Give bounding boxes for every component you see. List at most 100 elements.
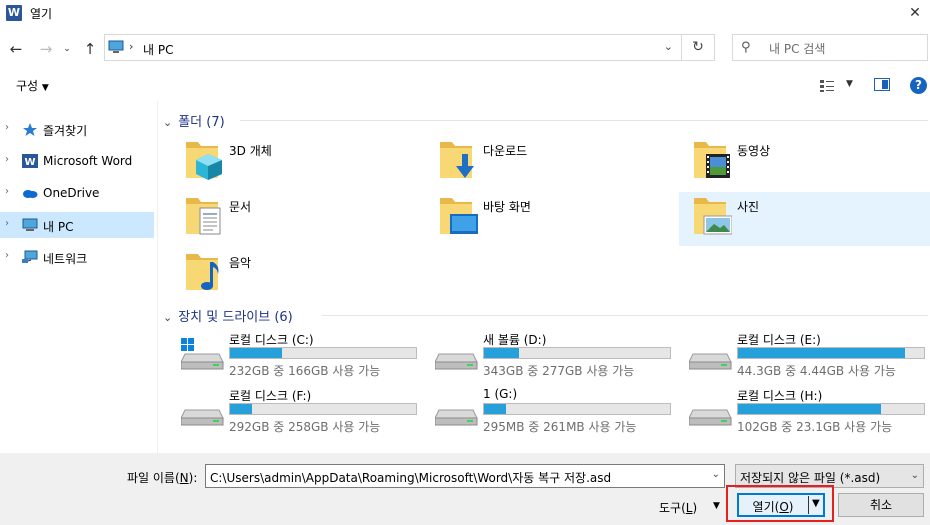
search-input[interactable]: ⚲ 내 PC 검색 [732,34,928,61]
open-button[interactable]: 열기(O) ▼ [737,493,825,517]
back-button[interactable]: ← [6,39,26,59]
drives-group-header[interactable]: ⌄ 장치 및 드라이브 (6) [163,306,293,325]
folder-label: 3D 개체 [229,144,272,158]
hard-drive-icon [435,409,478,426]
filename-input[interactable]: C:\Users\admin\AppData\Roaming\Microsoft… [205,464,725,488]
chevron-right-icon[interactable]: › [5,218,9,229]
folder-label: 문서 [229,200,252,214]
recent-locations-button[interactable]: ⌄ [60,39,74,59]
3d-objects-folder-icon [186,142,222,180]
drive-usage-fill [230,348,283,358]
drive-free-space: 343GB 중 277GB 사용 가능 [483,364,635,378]
split-divider [808,496,809,514]
drive-usage-fill [484,348,520,358]
label-text: ): [188,471,198,485]
arrow-left-icon: ← [9,40,23,58]
open-label: 열기(O) [738,498,808,515]
sidebar-item-label: OneDrive [43,186,100,200]
folder-desktop[interactable]: 바탕 화면 [433,192,683,246]
drive-item[interactable]: 로컬 디스크 (F:) 292GB 중 258GB 사용 가능 [179,384,429,438]
preview-pane-button[interactable] [874,78,890,91]
drive-usage-bar [229,347,417,359]
close-button[interactable]: ✕ [900,0,930,26]
sidebar-item-label: 즐겨찾기 [43,124,88,138]
chevron-right-icon[interactable]: › [5,122,9,133]
hard-drive-icon [435,353,478,370]
group-title: 장치 및 드라이브 (6) [178,310,293,325]
sidebar-item-label: 네트워크 [43,252,88,266]
filename-value: C:\Users\admin\AppData\Roaming\Microsoft… [210,471,612,485]
caret-down-icon[interactable]: ▼ [713,501,720,511]
arrow-up-icon: ↑ [83,40,97,58]
sidebar-item-microsoft-word[interactable]: › W Microsoft Word [0,148,154,174]
network-icon [22,250,38,263]
folder-pictures[interactable]: 사진 [679,192,930,246]
help-button[interactable]: ? [910,77,927,94]
help-icon: ? [915,78,922,92]
chevron-down-icon[interactable]: ⌄ [712,469,720,480]
sidebar-item-label: Microsoft Word [43,154,133,168]
tools-button[interactable]: 도구(L) [659,499,697,516]
hard-drive-icon [689,353,732,370]
folder-downloads[interactable]: 다운로드 [433,136,683,190]
filename-label: 파일 이름(N): [127,469,197,486]
videos-folder-icon [694,142,730,178]
access-key: N [179,471,189,485]
change-view-button[interactable]: ▼ [819,77,859,95]
chevron-right-icon[interactable]: › [5,250,9,261]
window-title: 열기 [30,7,53,21]
word-app-icon: W [6,5,22,21]
breadcrumb[interactable]: 내 PC [143,41,173,58]
drive-label: 로컬 디스크 (H:) [737,389,823,403]
drive-usage-bar [737,347,925,359]
folders-group-header[interactable]: ⌄ 폴더 (7) [163,111,225,130]
sidebar-item-network[interactable]: › 네트워크 [0,244,154,270]
chevron-right-icon[interactable]: › [5,154,9,165]
drive-free-space: 295MB 중 261MB 사용 가능 [483,420,637,434]
sidebar-item-favorites[interactable]: › 즐겨찾기 [0,116,154,142]
chevron-down-icon[interactable]: ⌄ [664,40,673,53]
cancel-button[interactable]: 취소 [838,493,924,517]
star-icon [23,123,37,136]
forward-button[interactable]: → [36,39,56,59]
folder-videos[interactable]: 동영상 [687,136,930,190]
desktop-folder-icon [440,198,478,234]
word-icon: W [22,154,38,168]
refresh-button[interactable]: ↻ [682,34,715,61]
chevron-right-icon[interactable]: › [5,186,9,197]
search-placeholder: 내 PC 검색 [769,42,826,56]
folder-music[interactable]: 음악 [179,248,429,302]
access-key: O [779,500,789,514]
sidebar-item-onedrive[interactable]: › OneDrive [0,180,154,206]
drive-usage-bar [483,347,671,359]
drive-item[interactable]: 1 (G:) 295MB 중 261MB 사용 가능 [433,384,683,438]
drive-item[interactable]: 로컬 디스크 (C:) 232GB 중 166GB 사용 가능 [179,328,429,382]
sidebar-item-this-pc[interactable]: › 내 PC [0,212,154,238]
organize-label: 구성 [16,79,39,93]
drive-usage-fill [738,404,882,414]
chevron-down-icon: ⌄ [910,470,919,481]
drive-label: 로컬 디스크 (F:) [229,389,312,403]
hard-drive-icon [689,409,732,426]
drive-item[interactable]: 새 볼륨 (D:) 343GB 중 277GB 사용 가능 [433,328,683,382]
address-bar[interactable]: › 내 PC ⌄ [104,34,682,61]
close-icon: ✕ [909,5,921,21]
organize-button[interactable]: 구성 ▼ [16,77,49,94]
drive-label: 새 볼륨 (D:) [483,333,547,347]
search-icon: ⚲ [741,40,751,55]
hard-drive-icon [181,409,224,426]
up-button[interactable]: ↑ [80,39,100,59]
folder-3d-objects[interactable]: 3D 개체 [179,136,429,190]
label-text: ) [788,500,794,514]
windows-logo-icon [181,338,194,351]
drive-free-space: 44.3GB 중 4.44GB 사용 가능 [737,364,896,378]
folder-documents[interactable]: 문서 [179,192,429,246]
caret-down-icon[interactable]: ▼ [812,498,820,509]
refresh-icon: ↻ [692,39,704,55]
drive-item[interactable]: 로컬 디스크 (E:) 44.3GB 중 4.44GB 사용 가능 [687,328,930,382]
drive-free-space: 292GB 중 258GB 사용 가능 [229,420,381,434]
label-text: 파일 이름( [127,471,180,485]
drive-item[interactable]: 로컬 디스크 (H:) 102GB 중 23.1GB 사용 가능 [687,384,930,438]
drive-usage-fill [484,404,507,414]
breadcrumb-separator-icon[interactable]: › [129,40,133,53]
